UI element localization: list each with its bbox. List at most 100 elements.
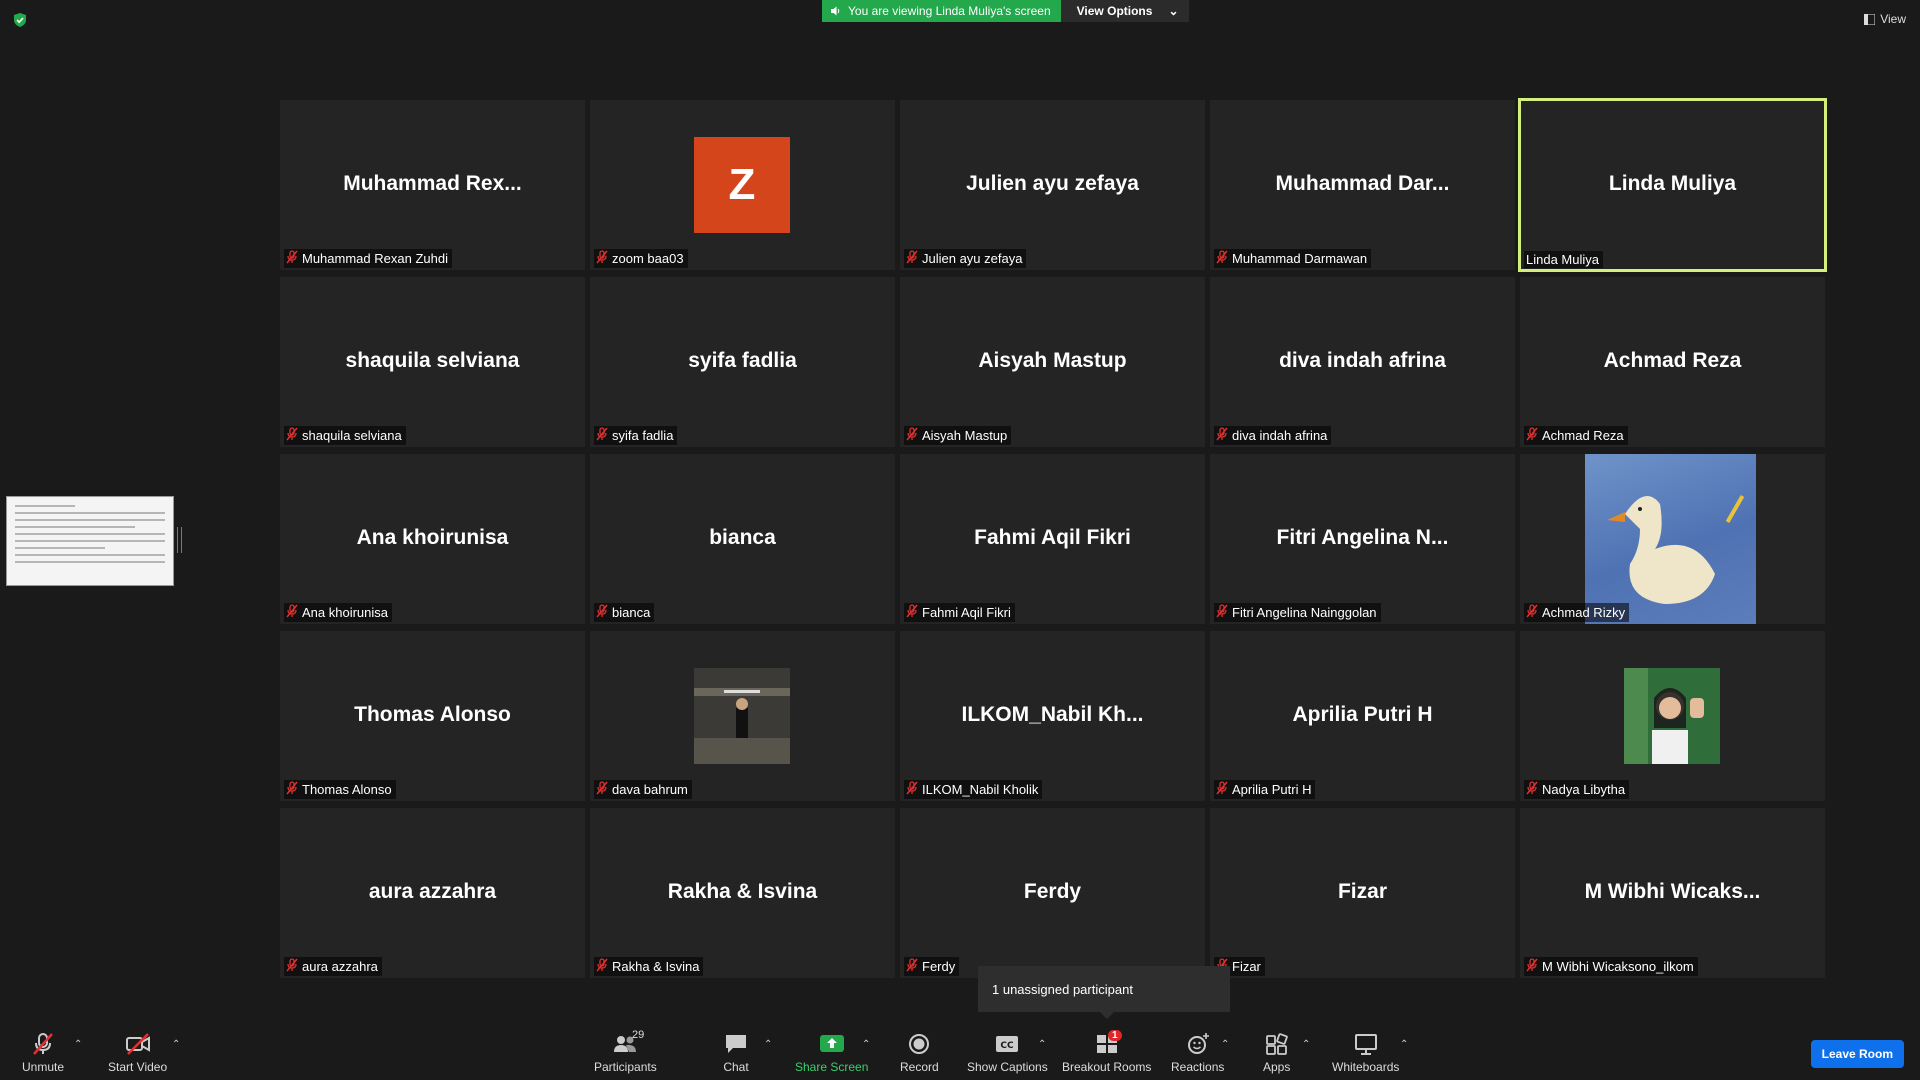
chat-label: Chat — [723, 1060, 749, 1074]
microphone-muted-icon — [1216, 427, 1228, 444]
unmute-button[interactable]: Unmute — [22, 1032, 64, 1074]
speaker-icon — [831, 6, 840, 16]
microphone-muted-icon — [596, 958, 608, 975]
video-options-caret[interactable]: ⌃ — [172, 1039, 180, 1050]
participant-tile[interactable]: M Wibhi Wicaks... M Wibhi Wicaksono_ilkom — [1520, 808, 1825, 978]
participant-tile[interactable]: Achmad Rizky — [1520, 454, 1825, 624]
participant-display-name: Ferdy — [1023, 880, 1082, 903]
participant-name: M Wibhi Wicaksono_ilkom — [1542, 959, 1694, 974]
participant-name-label: Ferdy — [904, 957, 960, 976]
profile-photo — [694, 668, 790, 764]
participant-video — [1585, 454, 1756, 624]
reactions-label: Reactions — [1171, 1060, 1225, 1074]
apps-icon — [1265, 1033, 1288, 1055]
view-layout-button[interactable]: View — [1864, 12, 1906, 26]
participant-display-name: Muhammad Dar... — [1275, 172, 1450, 195]
apps-options-caret[interactable]: ⌃ — [1302, 1039, 1310, 1050]
participant-name: Ana khoirunisa — [302, 605, 388, 620]
participant-tile[interactable]: syifa fadlia syifa fadlia — [590, 277, 895, 447]
participant-display-name: Julien ayu zefaya — [966, 172, 1139, 195]
whiteboards-options-caret[interactable]: ⌃ — [1400, 1039, 1408, 1050]
shared-screen-thumbnail[interactable] — [6, 496, 174, 586]
participant-tile[interactable]: Ferdy Ferdy — [900, 808, 1205, 978]
meeting-toolbar: Unmute ⌃ Start Video ⌃ 29 Participants C… — [0, 1020, 1920, 1080]
record-button[interactable]: Record — [900, 1032, 939, 1074]
audio-options-caret[interactable]: ⌃ — [74, 1039, 82, 1050]
participant-tile[interactable]: Fitri Angelina N... Fitri Angelina Naingg… — [1210, 454, 1515, 624]
viewing-banner: You are viewing Linda Muliya's screen — [822, 0, 1061, 22]
breakout-rooms-button[interactable]: 1 Breakout Rooms — [1062, 1030, 1151, 1074]
participant-tile[interactable]: Fizar Fizar — [1210, 808, 1515, 978]
participant-name-label: Aisyah Mastup — [904, 426, 1012, 445]
security-shield-icon[interactable] — [12, 12, 28, 28]
participant-tile[interactable]: bianca bianca — [590, 454, 895, 624]
view-options-button[interactable]: View Options ⌄ — [1060, 0, 1189, 22]
microphone-muted-icon — [286, 604, 298, 621]
microphone-muted-icon — [1526, 958, 1538, 975]
participant-name: Julien ayu zefaya — [922, 251, 1023, 266]
apps-button[interactable]: Apps — [1263, 1032, 1290, 1074]
participant-tile[interactable]: Achmad Reza Achmad Reza — [1520, 277, 1825, 447]
participant-tile[interactable]: Rakha & Isvina Rakha & Isvina — [590, 808, 895, 978]
microphone-muted-icon — [1216, 250, 1228, 267]
microphone-muted-icon — [906, 781, 918, 798]
participant-name: dava bahrum — [612, 782, 688, 797]
unassigned-participant-tooltip[interactable]: 1 unassigned participant — [978, 966, 1230, 1019]
participant-tile[interactable]: Linda Muliya Linda Muliya — [1518, 98, 1827, 272]
captions-options-caret[interactable]: ⌃ — [1038, 1039, 1046, 1050]
participant-grid: Muhammad Rex... Muhammad Rexan Zuhdi Zzoom… — [280, 98, 1827, 978]
participant-name: Muhammad Darmawan — [1232, 251, 1368, 266]
participant-name-label: dava bahrum — [594, 780, 692, 799]
chat-bubble-icon — [726, 1035, 746, 1053]
smiley-add-icon — [1187, 1033, 1209, 1054]
participant-name-label: Julien ayu zefaya — [904, 249, 1027, 268]
leave-room-button[interactable]: Leave Room — [1810, 1040, 1904, 1068]
start-video-button[interactable]: Start Video — [108, 1032, 167, 1074]
show-captions-button[interactable]: CC Show Captions — [967, 1032, 1048, 1074]
svg-text:CC: CC — [1001, 1041, 1015, 1051]
chat-options-caret[interactable]: ⌃ — [764, 1039, 772, 1050]
participant-tile[interactable]: ILKOM_Nabil Kh... ILKOM_Nabil Kholik — [900, 631, 1205, 801]
participant-tile[interactable]: Fahmi Aqil Fikri Fahmi Aqil Fikri — [900, 454, 1205, 624]
participant-name: Aprilia Putri H — [1232, 782, 1312, 797]
share-screen-button[interactable]: Share Screen — [795, 1032, 868, 1074]
participant-name: Muhammad Rexan Zuhdi — [302, 251, 448, 266]
participant-tile[interactable]: diva indah afrina diva indah afrina — [1210, 277, 1515, 447]
participant-name-label: Linda Muliya — [1524, 251, 1603, 268]
participants-button[interactable]: 29 Participants — [594, 1029, 657, 1074]
participant-name: Achmad Rizky — [1542, 605, 1626, 620]
avatar: Z — [694, 137, 790, 233]
unmute-label: Unmute — [22, 1060, 65, 1074]
screen-share-banner: You are viewing Linda Muliya's screen Vi… — [822, 0, 1189, 22]
closed-captions-icon: CC — [996, 1036, 1019, 1052]
microphone-muted-icon — [286, 427, 298, 444]
chat-button[interactable]: Chat — [723, 1032, 749, 1074]
participant-tile[interactable]: Muhammad Rex... Muhammad Rexan Zuhdi — [280, 100, 585, 270]
participant-display-name: Fitri Angelina N... — [1276, 526, 1449, 549]
participant-name-label: shaquila selviana — [284, 426, 406, 445]
participant-tile[interactable]: Julien ayu zefaya Julien ayu zefaya — [900, 100, 1205, 270]
participant-tile[interactable]: dava bahrum — [590, 631, 895, 801]
participant-tile[interactable]: Zzoom baa03 — [590, 100, 895, 270]
participant-name-label: Ana khoirunisa — [284, 603, 392, 622]
whiteboard-icon — [1354, 1034, 1377, 1055]
participant-tile[interactable]: shaquila selviana shaquila selviana — [280, 277, 585, 447]
resize-handle[interactable] — [177, 527, 182, 553]
whiteboards-button[interactable]: Whiteboards — [1332, 1032, 1399, 1074]
participant-tile[interactable]: aura azzahra aura azzahra — [280, 808, 585, 978]
reactions-options-caret[interactable]: ⌃ — [1221, 1039, 1229, 1050]
microphone-muted-icon — [1526, 604, 1538, 621]
share-options-caret[interactable]: ⌃ — [862, 1039, 870, 1050]
start-video-label: Start Video — [108, 1060, 168, 1074]
participant-tile[interactable]: Thomas Alonso Thomas Alonso — [280, 631, 585, 801]
participant-tile[interactable]: Nadya Libytha — [1520, 631, 1825, 801]
participant-tile[interactable]: Ana khoirunisa Ana khoirunisa — [280, 454, 585, 624]
record-icon — [909, 1034, 930, 1054]
participant-tile[interactable]: Aisyah Mastup Aisyah Mastup — [900, 277, 1205, 447]
participant-tile[interactable]: Aprilia Putri H Aprilia Putri H — [1210, 631, 1515, 801]
microphone-muted-icon — [906, 427, 918, 444]
reactions-button[interactable]: Reactions — [1171, 1032, 1224, 1074]
participant-name: syifa fadlia — [612, 428, 674, 443]
participant-display-name: bianca — [709, 526, 776, 549]
participant-tile[interactable]: Muhammad Dar... Muhammad Darmawan — [1210, 100, 1515, 270]
